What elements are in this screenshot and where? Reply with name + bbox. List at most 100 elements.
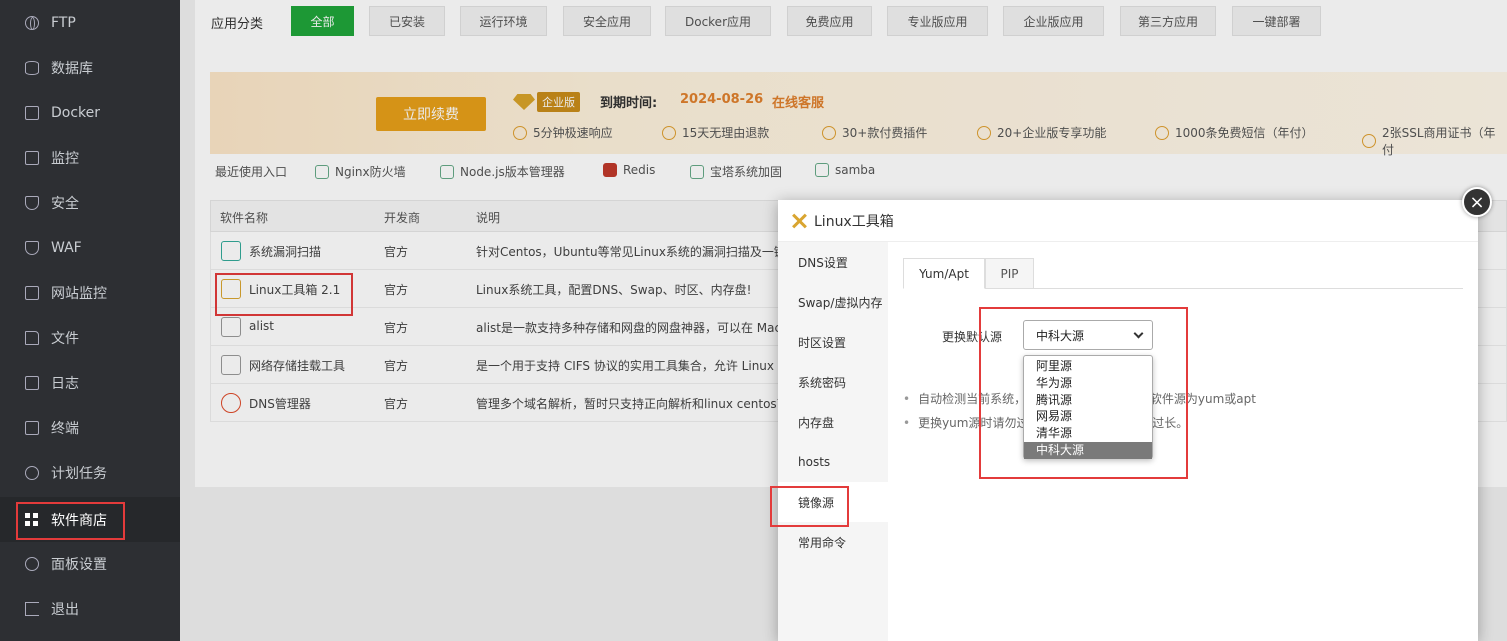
- software-developer: 官方: [384, 283, 409, 297]
- software-name[interactable]: Linux工具箱 2.1: [249, 281, 340, 298]
- source-select[interactable]: 中科大源: [1023, 320, 1153, 350]
- diamond-icon: [513, 94, 535, 110]
- sidebar-item-files[interactable]: 文件: [0, 315, 180, 360]
- clock-icon: [513, 125, 527, 140]
- category-docker[interactable]: Docker应用: [665, 6, 771, 36]
- software-name: 网络存储挂载工具: [249, 359, 346, 373]
- software-description: alist是一款支持多种存储和网盘的网盘神器，可以在 Mac: [476, 321, 782, 335]
- close-dialog-button[interactable]: ×: [1462, 187, 1492, 217]
- recent-item-hardening[interactable]: 宝塔系统加固: [690, 163, 782, 180]
- category-all[interactable]: 全部: [291, 6, 354, 36]
- mail-icon: [1155, 125, 1169, 140]
- software-name: alist: [249, 319, 274, 333]
- sidebar-item-label: WAF: [51, 239, 82, 256]
- sidebar-item-security[interactable]: 安全: [0, 180, 180, 225]
- category-free[interactable]: 免费应用: [787, 6, 872, 36]
- feature-item: 5分钟极速响应: [513, 124, 613, 141]
- recent-item-nginx-waf[interactable]: Nginx防火墙: [315, 163, 406, 180]
- feature-item: 20+企业版专享功能: [977, 124, 1106, 141]
- sidebar-item-site-monitor[interactable]: 网站监控: [0, 270, 180, 315]
- sidebar-item-ftp[interactable]: FTP: [0, 0, 180, 45]
- recent-item-label: 宝塔系统加固: [710, 165, 783, 179]
- sidebar-item-monitor[interactable]: 监控: [0, 135, 180, 180]
- sidebar-item-database[interactable]: 数据库: [0, 45, 180, 90]
- tools-icon: [221, 279, 241, 299]
- category-one-click[interactable]: 一键部署: [1232, 6, 1321, 36]
- software-developer: 官方: [384, 397, 409, 411]
- monitor-icon: [25, 150, 39, 165]
- category-security[interactable]: 安全应用: [563, 6, 651, 36]
- grid-icon: [25, 512, 39, 527]
- category-label: 应用分类: [211, 17, 264, 32]
- sidebar-item-logs[interactable]: 日志: [0, 360, 180, 405]
- sidebar-item-label: 日志: [51, 375, 79, 392]
- menu-password[interactable]: 系统密码: [778, 362, 888, 402]
- recent-item-nodejs[interactable]: Node.js版本管理器: [440, 163, 565, 180]
- menu-timezone[interactable]: 时区设置: [778, 322, 888, 362]
- enterprise-badge: 企业版: [513, 92, 580, 112]
- tab-pip[interactable]: PIP: [985, 258, 1034, 289]
- menu-swap[interactable]: Swap/虚拟内存: [778, 282, 888, 322]
- menu-mirror[interactable]: 镜像源: [778, 482, 888, 522]
- sidebar-item-cron[interactable]: 计划任务: [0, 450, 180, 495]
- source-label: 更换默认源: [942, 330, 1003, 344]
- sidebar-item-label: Docker: [51, 104, 101, 121]
- recent-item-label: Redis: [623, 163, 656, 177]
- tools-icon: [790, 212, 808, 230]
- sidebar-item-waf[interactable]: WAF: [0, 225, 180, 270]
- sidebar-item-app-store[interactable]: 软件商店: [0, 497, 180, 542]
- menu-commands[interactable]: 常用命令: [778, 522, 888, 562]
- category-pro[interactable]: 专业版应用: [887, 6, 988, 36]
- software-developer: 官方: [384, 245, 409, 259]
- recent-item-label: samba: [835, 163, 876, 177]
- gear-icon: [25, 556, 39, 571]
- renew-button[interactable]: 立即续费: [376, 97, 486, 131]
- category-runtime[interactable]: 运行环境: [460, 6, 547, 36]
- waf-shield-icon: [25, 240, 39, 255]
- option-huawei[interactable]: 华为源: [1024, 375, 1152, 392]
- sidebar-item-docker[interactable]: Docker: [0, 90, 180, 135]
- expire-label: 到期时间:: [600, 96, 658, 111]
- option-tsinghua[interactable]: 清华源: [1024, 425, 1152, 442]
- chart-icon: [25, 285, 39, 300]
- feature-item: 30+款付费插件: [822, 124, 927, 141]
- feature-text: 1000条免费短信（年付）: [1175, 126, 1314, 140]
- sidebar-item-label: 网站监控: [51, 285, 107, 302]
- menu-ramdisk[interactable]: 内存盘: [778, 402, 888, 442]
- category-third-party[interactable]: 第三方应用: [1120, 6, 1216, 36]
- software-description: Linux系统工具，配置DNS、Swap、时区、内存盘!: [476, 283, 752, 297]
- column-header-description: 说明: [476, 211, 501, 225]
- software-description: 针对Centos，Ubuntu等常见Linux系统的漏洞扫描及一键: [476, 245, 786, 259]
- option-ustc[interactable]: 中科大源: [1024, 441, 1152, 459]
- recent-item-redis[interactable]: Redis: [603, 163, 655, 177]
- category-bar: 应用分类 全部 已安装 运行环境 安全应用 Docker应用 免费应用 专业版应…: [195, 0, 1507, 56]
- software-name: DNS管理器: [249, 397, 311, 411]
- feature-item: 15天无理由退款: [662, 124, 769, 141]
- recent-entries: 最近使用入口 Nginx防火墙 Node.js版本管理器 Redis 宝塔系统加…: [215, 163, 1505, 183]
- sidebar-item-label: 数据库: [51, 60, 93, 77]
- folder-icon: [25, 330, 39, 345]
- sidebar-item-terminal[interactable]: 终端: [0, 405, 180, 450]
- feature-item: 1000条免费短信（年付）: [1155, 124, 1314, 141]
- nodejs-icon: [440, 164, 454, 179]
- sidebar-item-panel-settings[interactable]: 面板设置: [0, 541, 180, 586]
- menu-dns[interactable]: DNS设置: [778, 242, 888, 282]
- option-aliyun[interactable]: 阿里源: [1024, 358, 1152, 375]
- category-installed[interactable]: 已安装: [369, 6, 445, 36]
- sidebar-item-logout[interactable]: 退出: [0, 586, 180, 631]
- category-enterprise[interactable]: 企业版应用: [1003, 6, 1104, 36]
- software-description: 管理多个域名解析，暂时只支持正向解析和linux centos7: [476, 397, 785, 411]
- dialog-menu: DNS设置 Swap/虚拟内存 时区设置 系统密码 内存盘 hosts 镜像源 …: [778, 242, 888, 641]
- tab-yum-apt[interactable]: Yum/Apt: [903, 258, 985, 289]
- option-netease[interactable]: 网易源: [1024, 408, 1152, 425]
- sidebar-item-label: 退出: [51, 601, 79, 618]
- recent-item-samba[interactable]: samba: [815, 163, 875, 177]
- menu-hosts[interactable]: hosts: [778, 442, 888, 482]
- scan-shield-icon: [221, 241, 241, 261]
- recent-item-label: Node.js版本管理器: [460, 165, 565, 179]
- option-tencent[interactable]: 腾讯源: [1024, 392, 1152, 409]
- waf-icon: [315, 164, 329, 179]
- online-service-link[interactable]: 在线客服: [772, 92, 824, 111]
- source-dropdown: 阿里源 华为源 腾讯源 网易源 清华源 中科大源: [1023, 355, 1153, 459]
- globe-icon: [25, 15, 39, 30]
